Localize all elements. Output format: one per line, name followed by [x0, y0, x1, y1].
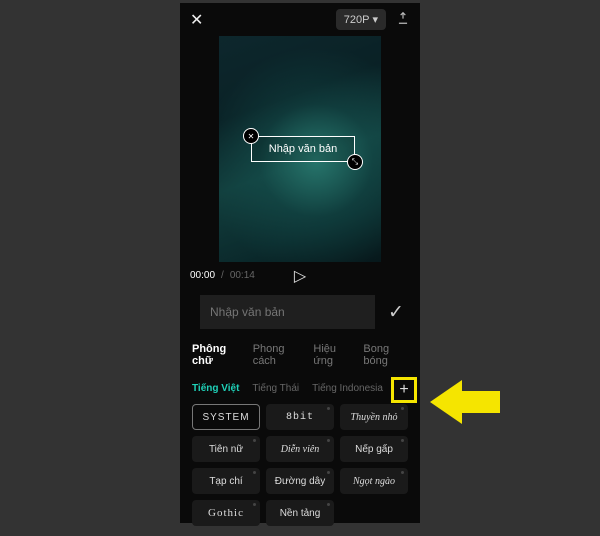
dot-icon: [253, 439, 256, 442]
dot-icon: [327, 471, 330, 474]
dot-icon: [327, 503, 330, 506]
font-tap-chi[interactable]: Tạp chí: [192, 468, 260, 494]
tab-effect[interactable]: Hiệu ứng: [313, 343, 351, 367]
arrow-body: [460, 391, 500, 413]
font-ngot-ngao[interactable]: Ngọt ngào: [340, 468, 408, 494]
dot-icon: [253, 471, 256, 474]
dot-icon: [327, 407, 330, 410]
dot-icon: [401, 439, 404, 442]
font-nen-tang[interactable]: Nền tảng: [266, 500, 334, 526]
font-grid: SYSTEM 8bit Thuyền nhỏ Tiên nữ Diễn viên…: [180, 404, 420, 536]
confirm-button[interactable]: ✓: [375, 301, 417, 324]
arrow-head-icon: [430, 380, 462, 424]
font-system[interactable]: SYSTEM: [192, 404, 260, 430]
language-tabs: Tiếng Việt Tiếng Thái Tiếng Indonesia Ti…: [180, 377, 420, 404]
font-tien-nu[interactable]: Tiên nữ: [192, 436, 260, 462]
app-screen: ✕ 720P ▾ Nhập văn bản ✕ ⤡ 00:00 / 00:14: [180, 3, 420, 523]
time-separator: /: [221, 270, 224, 281]
text-overlay-box[interactable]: Nhập văn bản ✕ ⤡: [251, 136, 355, 162]
video-preview[interactable]: Nhập văn bản ✕ ⤡: [180, 36, 420, 262]
top-bar: ✕ 720P ▾: [180, 3, 420, 36]
time-current: 00:00: [190, 270, 215, 281]
tab-bubble[interactable]: Bong bóng: [363, 343, 408, 367]
top-right-controls: 720P ▾: [336, 9, 410, 30]
playback-bar: 00:00 / 00:14 ▷: [180, 262, 420, 289]
font-thuyen-nho[interactable]: Thuyền nhỏ: [340, 404, 408, 430]
font-dien-vien[interactable]: Diễn viên: [266, 436, 334, 462]
dot-icon: [401, 407, 404, 410]
tab-font[interactable]: Phông chữ: [192, 343, 241, 367]
time-total: 00:14: [230, 270, 255, 281]
resolution-label: 720P: [344, 14, 370, 26]
export-icon[interactable]: [396, 11, 410, 28]
text-input-row: ✓: [190, 295, 410, 329]
font-duong-day[interactable]: Đường dây: [266, 468, 334, 494]
close-button[interactable]: ✕: [190, 10, 203, 30]
text-input[interactable]: [200, 295, 375, 329]
play-button[interactable]: ▷: [294, 266, 306, 286]
lang-indonesia[interactable]: Tiếng Indonesia: [312, 383, 383, 394]
resize-handle[interactable]: ⤡: [347, 154, 363, 170]
dot-icon: [253, 503, 256, 506]
delete-handle[interactable]: ✕: [243, 128, 259, 144]
lang-thai[interactable]: Tiếng Thái: [252, 383, 299, 394]
add-font-button[interactable]: +: [391, 377, 417, 403]
font-gothic[interactable]: Gothic: [192, 500, 260, 526]
tab-style[interactable]: Phong cách: [253, 343, 302, 367]
dot-icon: [327, 439, 330, 442]
resolution-selector[interactable]: 720P ▾: [336, 9, 386, 30]
font-nep-gap[interactable]: Nếp gấp: [340, 436, 408, 462]
lang-vietnamese[interactable]: Tiếng Việt: [192, 383, 239, 394]
chevron-down-icon: ▾: [372, 13, 378, 26]
video-frame: Nhập văn bản ✕ ⤡: [219, 36, 381, 262]
annotation-arrow: [430, 380, 500, 422]
font-8bit[interactable]: 8bit: [266, 404, 334, 430]
style-tabs: Phông chữ Phong cách Hiệu ứng Bong bóng: [180, 335, 420, 377]
overlay-text: Nhập văn bản: [269, 143, 338, 155]
dot-icon: [401, 471, 404, 474]
